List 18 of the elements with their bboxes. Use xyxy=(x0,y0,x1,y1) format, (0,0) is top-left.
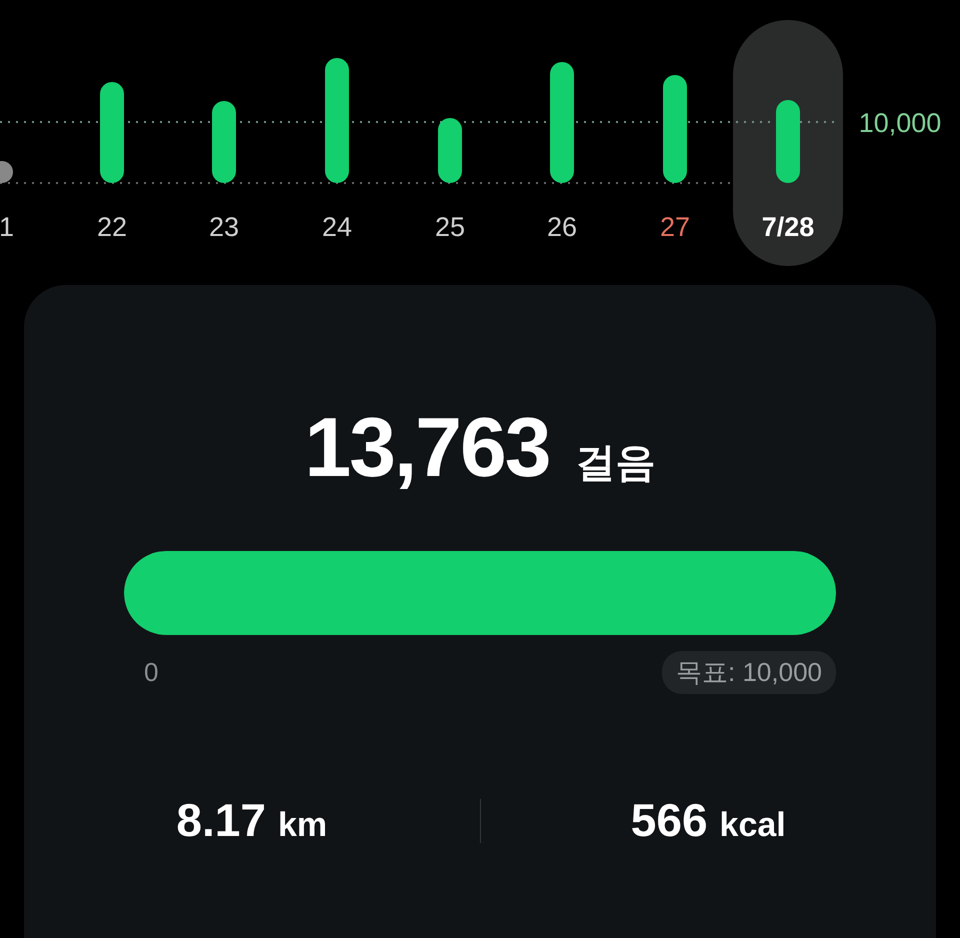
day-label[interactable]: 24 xyxy=(322,212,352,242)
distance-unit: km xyxy=(278,805,328,846)
goal-chip: 목표: 10,000 xyxy=(662,651,836,694)
day-label[interactable]: 7/28 xyxy=(762,212,814,242)
day-label[interactable]: 23 xyxy=(208,212,240,242)
distance-value: 8.17 xyxy=(176,793,266,848)
day-label[interactable]: 26 xyxy=(546,212,578,242)
step-unit: 걸음 xyxy=(575,440,656,487)
day-label[interactable]: 27 xyxy=(660,212,690,242)
calories-value: 566 xyxy=(630,793,708,848)
goal-line-label: 10,000 xyxy=(858,108,942,138)
day-label[interactable]: 22 xyxy=(96,212,128,242)
step-bar xyxy=(438,118,462,183)
calories-unit: kcal xyxy=(720,805,786,846)
day-label[interactable]: 1 xyxy=(0,212,14,242)
min-label: 0 xyxy=(143,656,158,689)
step-count: 13,763 xyxy=(304,405,550,489)
day-label[interactable]: 25 xyxy=(434,212,466,242)
